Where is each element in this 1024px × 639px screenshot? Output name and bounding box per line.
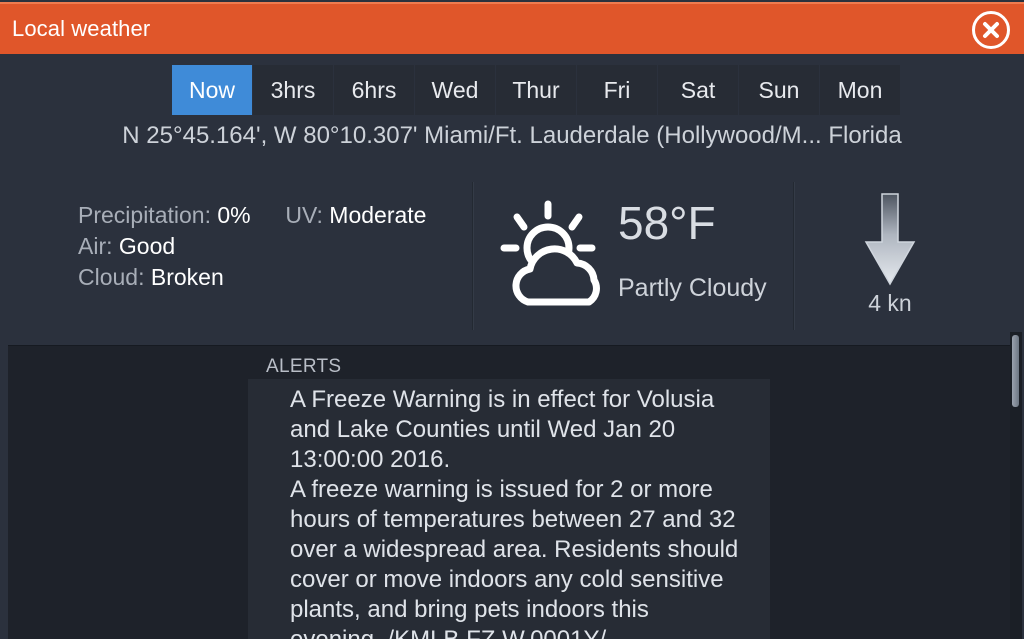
forecast-tab-strip: Now 3hrs 6hrs Wed Thur Fri Sat Sun Mon	[172, 65, 901, 115]
tab-now[interactable]: Now	[172, 65, 253, 115]
precipitation-value: 0%	[217, 202, 251, 228]
cloud-value: Broken	[150, 264, 224, 290]
cloud-row: Cloud: Broken	[78, 262, 426, 293]
local-weather-window: Local weather Now 3hrs 6hrs Wed Thur Fri…	[0, 0, 1024, 639]
tab-label: Wed	[431, 76, 479, 103]
tab-3hrs[interactable]: 3hrs	[253, 65, 334, 115]
wind-direction-arrow-down-icon	[864, 193, 916, 286]
temperature-value: 58°F	[618, 197, 716, 249]
weather-summary: 58°F Partly Cloudy	[490, 190, 790, 320]
window-title-bar: Local weather	[0, 2, 1024, 54]
tab-label: Fri	[603, 76, 631, 103]
tab-mon[interactable]: Mon	[820, 65, 901, 115]
window-title: Local weather	[12, 16, 151, 41]
panel-divider-right	[793, 182, 795, 330]
cloud-label: Cloud:	[78, 264, 145, 290]
tab-label: Now	[188, 76, 235, 103]
precipitation-row: Precipitation: 0% UV: Moderate	[78, 200, 426, 231]
alerts-heading: ALERTS	[266, 356, 342, 377]
close-icon[interactable]	[972, 11, 1010, 49]
current-conditions-panel: Precipitation: 0% UV: Moderate Air: Good…	[0, 170, 1024, 338]
alerts-text-box[interactable]: A Freeze Warning is in effect for Volusi…	[248, 379, 770, 639]
wind-indicator: 4 kn	[835, 192, 945, 322]
tab-thur[interactable]: Thur	[496, 65, 577, 115]
air-value: Good	[118, 233, 176, 259]
sun-behind-cloud-icon	[490, 198, 630, 318]
location-line: N 25°45.164', W 80°10.307' Miami/Ft. Lau…	[122, 122, 902, 149]
uv-value: Moderate	[329, 202, 427, 228]
alert-message: A Freeze Warning is in effect for Volusi…	[290, 386, 739, 639]
conditions-stats: Precipitation: 0% UV: Moderate Air: Good…	[78, 200, 426, 293]
vertical-scrollbar[interactable]	[1010, 332, 1022, 639]
precipitation-label: Precipitation:	[78, 202, 211, 228]
tab-fri[interactable]: Fri	[577, 65, 658, 115]
tab-6hrs[interactable]: 6hrs	[334, 65, 415, 115]
alerts-panel: ALERTS A Freeze Warning is in effect for…	[8, 345, 1016, 639]
uv-label: UV:	[285, 202, 323, 228]
tab-sat[interactable]: Sat	[658, 65, 739, 115]
condition-description: Partly Cloudy	[618, 274, 767, 302]
scrollbar-thumb[interactable]	[1012, 335, 1019, 407]
tab-label: Sat	[680, 76, 716, 103]
tab-wed[interactable]: Wed	[415, 65, 496, 115]
tab-label: 3hrs	[270, 76, 316, 103]
tab-label: 6hrs	[351, 76, 397, 103]
wind-speed-value: 4 kn	[868, 290, 912, 316]
tab-label: Mon	[837, 76, 883, 103]
tab-sun[interactable]: Sun	[739, 65, 820, 115]
tab-label: Thur	[512, 76, 560, 103]
panel-divider-left	[472, 182, 474, 330]
air-label: Air:	[78, 233, 113, 259]
air-row: Air: Good	[78, 231, 426, 262]
tab-label: Sun	[758, 76, 800, 103]
